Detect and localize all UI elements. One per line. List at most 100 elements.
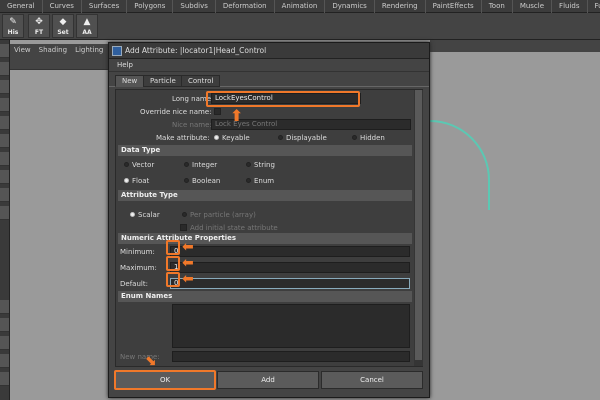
enum-names-header[interactable]: Enum Names [118, 291, 412, 302]
shelf-tab-toon[interactable]: Toon [482, 0, 513, 13]
rotate-tool-icon[interactable] [0, 116, 9, 130]
left-arrow-icon: ⬅ [182, 271, 194, 287]
enum-radio[interactable] [246, 178, 251, 183]
vector-radio[interactable] [124, 162, 129, 167]
dialog-scrollbar[interactable] [414, 90, 423, 366]
freeze-transform-icon[interactable]: ✥ FT [28, 14, 50, 38]
float-label: Float [132, 177, 150, 185]
panel-menu-view[interactable]: View [10, 44, 35, 56]
move-tool-icon[interactable] [0, 98, 9, 112]
enum-names-list[interactable] [172, 304, 410, 348]
history-shelf-icon[interactable]: ✎ His [2, 14, 24, 38]
select-tool-icon[interactable] [0, 44, 9, 58]
scale-tool-icon[interactable] [0, 134, 9, 148]
shelf-tabs: General Curves Surfaces Polygons Subdivs… [0, 0, 600, 13]
keyable-radio[interactable] [214, 135, 219, 140]
shelf-tab-fur[interactable]: Fur [588, 0, 600, 13]
displayable-label: Displayable [286, 134, 327, 142]
shelf-tab-muscle[interactable]: Muscle [513, 0, 553, 13]
per-particle-radio[interactable] [182, 212, 187, 217]
shelf-tab-subdivs[interactable]: Subdivs [173, 0, 216, 13]
shelf-tab-rendering[interactable]: Rendering [375, 0, 426, 13]
enum-label: Enum [254, 177, 275, 185]
dialog-tabs: New Particle Control [109, 73, 429, 87]
ok-button-highlight [114, 370, 216, 390]
tab-new[interactable]: New [115, 75, 145, 87]
right-panel-strip [430, 40, 600, 52]
dialog-titlebar[interactable]: Add Attribute: |locator1|Head_Control [109, 43, 429, 59]
scrollbar-thumb[interactable] [415, 90, 422, 360]
add-attribute-icon[interactable]: ▲ AA [76, 14, 98, 38]
attribute-type-header[interactable]: Attribute Type [118, 190, 412, 201]
lasso-tool-icon[interactable] [0, 62, 9, 76]
menu-help[interactable]: Help [117, 61, 133, 69]
initial-state-label: Add initial state attribute [190, 224, 278, 232]
nice-name-label: Nice name: [172, 121, 212, 129]
maximum-label: Maximum: [120, 264, 157, 272]
panel-menu: View Shading Lighting [10, 44, 110, 56]
maximum-field[interactable]: 1 [170, 262, 410, 273]
layout-side-icon[interactable] [0, 336, 9, 350]
string-label: String [254, 161, 275, 169]
panel-menu-lighting[interactable]: Lighting [71, 44, 107, 56]
panel-toolbar [10, 56, 110, 70]
default-highlight [166, 272, 180, 287]
left-arrow-icon: ⬅ [182, 239, 194, 255]
shelf-tab-general[interactable]: General [0, 0, 43, 13]
integer-radio[interactable] [184, 162, 189, 167]
shelf-tab-polygons[interactable]: Polygons [127, 0, 174, 13]
scalar-radio[interactable] [130, 212, 135, 217]
minimum-highlight [166, 240, 180, 255]
override-nice-name-label: Override nice name: [140, 108, 212, 116]
numeric-properties-header[interactable]: Numeric Attribute Properties [118, 233, 412, 244]
shelf-tab-animation[interactable]: Animation [275, 0, 326, 13]
layout-single-icon[interactable] [0, 300, 9, 314]
shelf-tab-deformation[interactable]: Deformation [216, 0, 275, 13]
hidden-radio[interactable] [352, 135, 357, 140]
set-key-icon[interactable]: ◆ Set [52, 14, 74, 38]
long-name-highlight [206, 91, 360, 107]
override-nice-name-checkbox[interactable] [214, 108, 221, 115]
shelf-tab-painteffects[interactable]: PaintEffects [426, 0, 482, 13]
show-manip-icon[interactable] [0, 188, 9, 202]
boolean-radio[interactable] [184, 178, 189, 183]
shelf-tab-dynamics[interactable]: Dynamics [325, 0, 375, 13]
keyable-label: Keyable [222, 134, 250, 142]
data-type-header[interactable]: Data Type [118, 145, 412, 156]
integer-label: Integer [192, 161, 218, 169]
minimum-field[interactable]: 0 [170, 246, 410, 257]
shelf-tab-surfaces[interactable]: Surfaces [82, 0, 128, 13]
scalar-label: Scalar [138, 211, 160, 219]
initial-state-checkbox[interactable] [180, 224, 187, 231]
add-button[interactable]: Add [217, 371, 319, 389]
up-arrow-icon: ⬆ [230, 106, 244, 125]
layout-four-icon[interactable] [0, 318, 9, 332]
left-arrow-icon: ⬅ [182, 255, 194, 271]
maya-app-icon [112, 46, 122, 56]
dialog-body: Long name: LockEyesControl Override nice… [115, 89, 423, 367]
panel-menu-shading[interactable]: Shading [35, 44, 71, 56]
layout-graph-icon[interactable] [0, 372, 9, 386]
dialog-title: Add Attribute: |locator1|Head_Control [125, 46, 267, 55]
dialog-menubar: Help [109, 59, 429, 72]
new-name-field[interactable] [172, 351, 410, 362]
boolean-label: Boolean [192, 177, 221, 185]
shelf-icons: ✎ His ✥ FT ◆ Set ▲ AA [0, 13, 600, 40]
string-radio[interactable] [246, 162, 251, 167]
toolbox [0, 40, 10, 400]
cancel-button[interactable]: Cancel [321, 371, 423, 389]
float-radio[interactable] [124, 178, 129, 183]
tab-control[interactable]: Control [181, 75, 221, 87]
paint-tool-icon[interactable] [0, 80, 9, 94]
tab-particle[interactable]: Particle [143, 75, 183, 87]
soft-mod-tool-icon[interactable] [0, 170, 9, 184]
manipulator-tool-icon[interactable] [0, 152, 9, 166]
layout-outliner-icon[interactable] [0, 354, 9, 368]
make-attribute-label: Make attribute: [156, 134, 210, 142]
default-field[interactable]: 0 [170, 278, 410, 289]
shelf-tab-curves[interactable]: Curves [43, 0, 82, 13]
shelf-tab-fluids[interactable]: Fluids [552, 0, 588, 13]
default-label: Default: [120, 280, 148, 288]
last-tool-icon[interactable] [0, 206, 9, 220]
displayable-radio[interactable] [278, 135, 283, 140]
